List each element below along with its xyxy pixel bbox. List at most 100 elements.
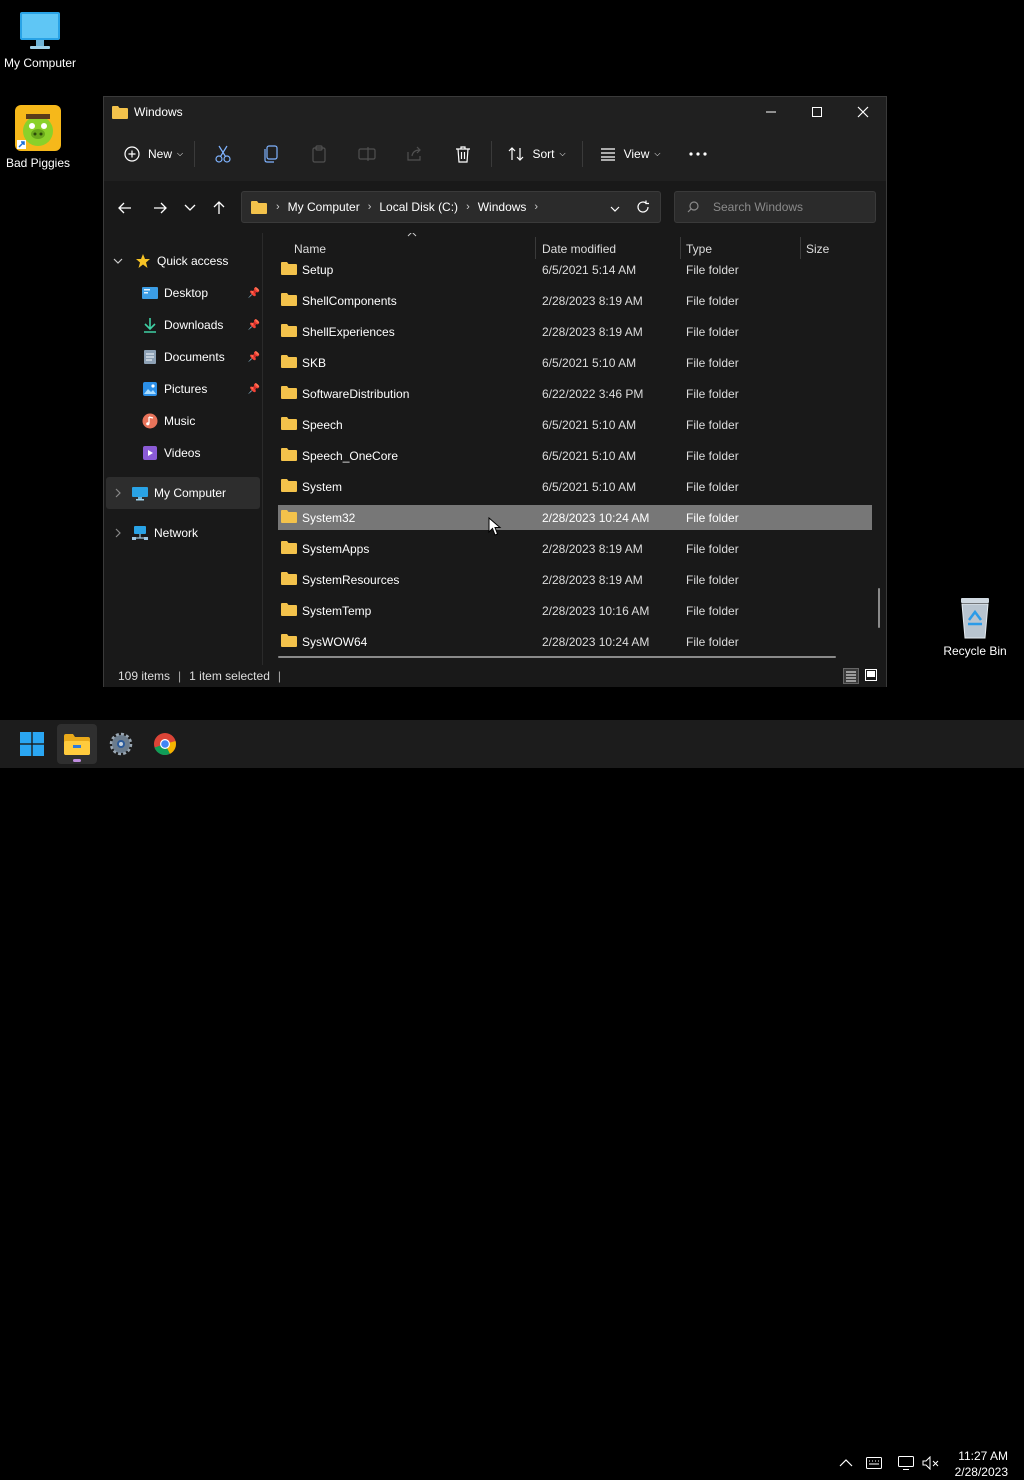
taskbar-settings[interactable]	[101, 724, 141, 764]
search-box[interactable]: Search Windows	[674, 191, 876, 223]
file-type: File folder	[686, 448, 739, 463]
file-row[interactable]: ShellExperiences 2/28/2023 8:19 AM File fo…	[278, 319, 872, 344]
sidebar-item-documents[interactable]: Documents 📌	[104, 341, 262, 373]
file-name: Setup	[302, 262, 334, 277]
sidebar-label: Desktop	[164, 286, 209, 300]
more-options-button[interactable]	[673, 138, 723, 170]
column-separator[interactable]	[535, 237, 536, 259]
horizontal-scrollbar[interactable]	[278, 656, 836, 658]
share-button[interactable]	[391, 138, 439, 170]
copy-icon	[264, 145, 278, 163]
forward-button[interactable]	[145, 193, 175, 223]
file-row[interactable]: SKB 6/5/2021 5:10 AM File folder	[278, 350, 872, 375]
keyboard-tray-button[interactable]	[865, 1454, 883, 1472]
clock-date: 2/28/2023	[954, 1465, 1008, 1479]
sidebar-item-network[interactable]: Network	[104, 517, 262, 549]
file-row[interactable]: Speech_OneCore 6/5/2021 5:10 AM File folde…	[278, 443, 872, 468]
minimize-icon	[766, 111, 776, 113]
sidebar-item-music[interactable]: Music	[104, 405, 262, 437]
file-row[interactable]: System 6/5/2021 5:10 AM File folder	[278, 474, 872, 499]
file-row[interactable]: SoftwareDistribution 6/22/2022 3:46 PM Fil…	[278, 381, 872, 406]
maximize-button[interactable]	[794, 97, 840, 127]
tiles-view-button[interactable]	[864, 668, 880, 684]
copy-button[interactable]	[247, 138, 295, 170]
chevron-right-icon: ›	[534, 201, 539, 213]
file-row[interactable]: Speech 6/5/2021 5:10 AM File folder	[278, 412, 872, 437]
file-row[interactable]: Setup 6/5/2021 5:14 AM File folder	[278, 257, 872, 282]
breadcrumb-local-disk[interactable]: Local Disk (C:)	[379, 200, 458, 214]
pane-divider[interactable]	[262, 233, 263, 665]
minimize-button[interactable]	[748, 97, 794, 127]
delete-button[interactable]	[439, 138, 487, 170]
show-hidden-icons-button[interactable]	[837, 1454, 855, 1472]
paste-button[interactable]	[295, 138, 343, 170]
bad-piggies-icon	[15, 105, 61, 151]
arrow-right-icon	[154, 202, 167, 214]
file-date: 6/5/2021 5:10 AM	[542, 448, 637, 463]
taskbar: 11:27 AM 2/28/2023	[0, 720, 1024, 1479]
chevron-right-icon: ›	[466, 201, 470, 213]
view-button[interactable]: View ⌵	[587, 138, 673, 170]
sidebar-item-pictures[interactable]: Pictures 📌	[104, 373, 262, 405]
download-icon	[144, 318, 156, 333]
desktop-icon-bad-piggies[interactable]: Bad Piggies	[0, 104, 78, 170]
status-separator: |	[277, 669, 281, 683]
folder-icon	[281, 324, 297, 337]
sidebar-item-quick-access[interactable]: Quick access	[104, 245, 262, 277]
file-row[interactable]: SystemResources 2/28/2023 8:19 AM File fol…	[278, 567, 872, 592]
title-bar[interactable]: Windows	[104, 97, 886, 127]
taskbar-chrome[interactable]	[145, 724, 185, 764]
file-name: SKB	[302, 355, 327, 370]
desktop-icon-my-computer[interactable]: My Computer	[0, 8, 80, 70]
cut-button[interactable]	[199, 138, 247, 170]
chevron-right-icon: ›	[367, 201, 372, 213]
network-tray-button[interactable]	[897, 1454, 915, 1472]
address-bar[interactable]: › My Computer › Local Disk (C:) › Window…	[241, 191, 661, 223]
folder-icon	[281, 448, 297, 461]
recent-locations-button[interactable]	[175, 193, 205, 223]
recycle-bin-icon	[961, 598, 989, 639]
file-row[interactable]: SystemTemp 2/28/2023 10:16 AM File folder	[278, 598, 872, 623]
column-separator[interactable]	[680, 237, 681, 259]
start-button[interactable]	[12, 724, 52, 764]
new-button[interactable]: New ⌵	[118, 138, 190, 170]
breadcrumb-windows[interactable]: Windows	[478, 200, 527, 214]
file-date: 2/28/2023 10:24 AM	[542, 634, 650, 649]
file-type: File folder	[686, 355, 739, 370]
volume-tray-button[interactable]	[922, 1454, 940, 1472]
column-separator[interactable]	[800, 237, 801, 259]
refresh-button[interactable]	[636, 200, 650, 217]
pin-icon: 📌	[247, 351, 260, 363]
file-row[interactable]: System32 2/28/2023 10:24 AM File folder	[278, 505, 872, 530]
volume-muted-icon	[922, 1456, 939, 1470]
sidebar-item-desktop[interactable]: Desktop 📌	[104, 277, 262, 309]
breadcrumb-my-computer[interactable]: My Computer	[288, 200, 360, 214]
vertical-scrollbar[interactable]	[878, 588, 880, 628]
folder-icon	[112, 106, 128, 119]
file-explorer-window: Windows New ⌵ Sort ⌵ View ⌵ › My Compute…	[103, 96, 887, 687]
file-row[interactable]: SysWOW64 2/28/2023 10:24 AM File folder	[278, 629, 872, 654]
file-row[interactable]: SystemApps 2/28/2023 8:19 AM File folder	[278, 536, 872, 561]
file-name: SysWOW64	[302, 634, 368, 649]
taskbar-file-explorer[interactable]	[57, 724, 97, 764]
file-row[interactable]: ShellComponents 2/28/2023 8:19 AM File fol…	[278, 288, 872, 313]
folder-icon	[251, 201, 267, 214]
details-view-button[interactable]	[843, 668, 859, 684]
folder-icon	[281, 510, 297, 523]
sidebar-item-videos[interactable]: Videos	[104, 437, 262, 469]
sidebar-item-downloads[interactable]: Downloads 📌	[104, 309, 262, 341]
back-button[interactable]	[110, 193, 140, 223]
file-type: File folder	[686, 386, 739, 401]
sidebar-item-my-computer[interactable]: My Computer	[106, 477, 260, 509]
file-date: 2/28/2023 8:19 AM	[542, 293, 643, 308]
address-history-button[interactable]	[610, 202, 620, 216]
rename-button[interactable]	[343, 138, 391, 170]
sort-button[interactable]: Sort ⌵	[496, 138, 578, 170]
close-button[interactable]	[840, 97, 886, 127]
up-button[interactable]	[204, 193, 234, 223]
clock[interactable]: 11:27 AM 2/28/2023	[955, 1448, 1008, 1480]
toolbar-separator	[491, 141, 492, 167]
arrow-left-icon	[118, 202, 131, 214]
desktop-icon-recycle-bin[interactable]: Recycle Bin	[935, 596, 1015, 658]
window-title: Windows	[134, 105, 183, 119]
